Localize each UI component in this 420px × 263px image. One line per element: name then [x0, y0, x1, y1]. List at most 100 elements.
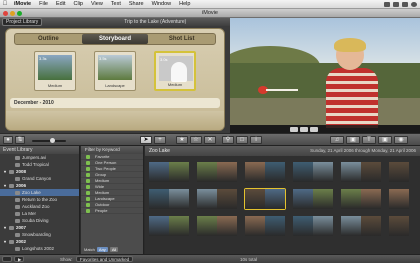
clip-filmstrip[interactable]: [341, 162, 381, 182]
clip-filmstrip[interactable]: [293, 216, 333, 236]
project-library-button[interactable]: Project Library: [2, 18, 43, 26]
keyword-checkbox[interactable]: [86, 173, 90, 177]
event-row-label: Todd Tropical: [22, 162, 49, 167]
disclosure-triangle-icon[interactable]: ▾: [4, 224, 6, 231]
spotlight-icon[interactable]: [411, 1, 417, 7]
storyboard-tabs: Outline Storyboard Shot List: [14, 33, 216, 45]
favorite-star-icon[interactable]: ★: [176, 136, 188, 144]
zoom-window-icon[interactable]: [17, 11, 22, 16]
shot-card-selected[interactable]: 3.0s Medium: [154, 51, 196, 91]
event-row[interactable]: Jumpers.avi: [0, 154, 79, 161]
event-row[interactable]: Auckland Zoo: [0, 203, 79, 210]
keyword-checkbox[interactable]: [86, 191, 90, 195]
menu-window[interactable]: Window: [148, 1, 176, 7]
clip-filmstrip[interactable]: [293, 162, 333, 182]
event-row[interactable]: Zoo Lake: [0, 189, 79, 196]
menu-file[interactable]: File: [35, 1, 52, 7]
match-any-button[interactable]: Any: [96, 247, 108, 252]
transitions-browser-icon[interactable]: ▣: [378, 136, 392, 144]
crop-icon[interactable]: □: [236, 136, 248, 144]
fullscreen-icon[interactable]: [310, 126, 318, 132]
disclosure-triangle-icon[interactable]: ▾: [4, 182, 6, 189]
menu-text[interactable]: Text: [107, 1, 125, 7]
video-viewer[interactable]: [230, 18, 420, 133]
clip-filmstrip[interactable]: [197, 216, 237, 236]
music-browser-icon[interactable]: ♫: [330, 136, 344, 144]
menu-edit[interactable]: Edit: [52, 1, 69, 7]
zoom-slider-knob[interactable]: [50, 138, 55, 143]
menu-imovie[interactable]: iMovie: [10, 1, 35, 7]
play-fullscreen-icon[interactable]: [290, 126, 298, 132]
info-icon[interactable]: i: [250, 136, 262, 144]
camera-import-icon[interactable]: ●: [3, 136, 13, 144]
keyword-checkbox[interactable]: [86, 167, 90, 171]
play-icon[interactable]: [300, 126, 308, 132]
clip-filmstrip-selected[interactable]: [244, 188, 286, 210]
clip-filmstrip[interactable]: [197, 189, 237, 209]
keyword-checkbox[interactable]: [86, 185, 90, 189]
shot-card[interactable]: 3.3s Medium: [34, 51, 76, 91]
keyword-checkbox[interactable]: [86, 197, 90, 201]
tab-outline[interactable]: Outline: [15, 34, 82, 44]
keyword-checkbox[interactable]: [86, 209, 90, 213]
maps-browser-icon[interactable]: ◉: [394, 136, 408, 144]
tab-shot-list[interactable]: Shot List: [148, 34, 215, 44]
keyword-checkbox[interactable]: [86, 203, 90, 207]
clip-filmstrip[interactable]: [245, 162, 285, 182]
show-filter-dropdown[interactable]: Favorites and Unmarked: [76, 256, 134, 262]
event-row[interactable]: Longshots 2002: [0, 245, 79, 252]
apple-icon[interactable]: : [0, 1, 10, 7]
toggle-event-list-icon[interactable]: [2, 256, 12, 262]
clip-filmstrip[interactable]: [293, 189, 333, 209]
volume-icon[interactable]: [393, 1, 399, 7]
match-all-button[interactable]: All: [109, 247, 119, 252]
event-row[interactable]: Snowboarding: [0, 231, 79, 238]
event-row[interactable]: Scuba Diving: [0, 217, 79, 224]
reject-icon[interactable]: ✕: [204, 136, 216, 144]
clip-filmstrip[interactable]: [245, 216, 285, 236]
event-year-row[interactable]: ▾ 2006: [0, 182, 79, 189]
keyword-icon[interactable]: ⚲: [222, 136, 234, 144]
titles-browser-icon[interactable]: T: [362, 136, 376, 144]
menu-help[interactable]: Help: [175, 1, 194, 7]
zoom-slider[interactable]: [32, 138, 66, 143]
menu-share[interactable]: Share: [125, 1, 148, 7]
event-year-row[interactable]: ▾ 2002: [0, 238, 79, 245]
menu-clip[interactable]: Clip: [69, 1, 86, 7]
shot-card[interactable]: 3.5s Landscape: [94, 51, 136, 91]
add-to-project-icon[interactable]: +: [154, 136, 166, 144]
clip-filmstrip[interactable]: [389, 162, 409, 182]
event-year-row[interactable]: ▾ 2008: [0, 168, 79, 175]
keyword-row[interactable]: People: [81, 208, 143, 214]
select-arrow-icon[interactable]: ➤: [140, 136, 152, 144]
event-row[interactable]: La Mer: [0, 210, 79, 217]
close-window-icon[interactable]: [3, 11, 8, 16]
clip-filmstrip[interactable]: [149, 216, 189, 236]
clip-filmstrip[interactable]: [341, 189, 381, 209]
disclosure-triangle-icon[interactable]: ▾: [4, 238, 6, 245]
keyword-checkbox[interactable]: [86, 161, 90, 165]
clip-filmstrip[interactable]: [149, 162, 189, 182]
clip-filmstrip[interactable]: [149, 189, 189, 209]
shot-label: Medium: [167, 82, 183, 87]
unmark-icon[interactable]: ☆: [190, 136, 202, 144]
swap-events-icon[interactable]: ⇅: [15, 136, 25, 144]
event-row[interactable]: Return to the Zoo: [0, 196, 79, 203]
clip-filmstrip[interactable]: [389, 189, 409, 209]
clip-filmstrip[interactable]: [389, 216, 409, 236]
wifi-icon[interactable]: [384, 1, 390, 7]
event-row[interactable]: Todd Tropical: [0, 161, 79, 168]
disclosure-triangle-icon[interactable]: ▾: [4, 168, 6, 175]
keyword-checkbox[interactable]: [86, 179, 90, 183]
photo-browser-icon[interactable]: ▣: [346, 136, 360, 144]
battery-icon[interactable]: [402, 1, 408, 7]
event-year-row[interactable]: ▾ 2007: [0, 224, 79, 231]
event-row[interactable]: Grand Canyon: [0, 175, 79, 182]
clip-filmstrip[interactable]: [341, 216, 381, 236]
menu-view[interactable]: View: [87, 1, 107, 7]
clip-filmstrip[interactable]: [197, 162, 237, 182]
minimize-window-icon[interactable]: [10, 11, 15, 16]
keyword-checkbox[interactable]: [86, 155, 90, 159]
tab-storyboard[interactable]: Storyboard: [81, 34, 149, 44]
play-event-icon[interactable]: ▶: [14, 256, 24, 262]
